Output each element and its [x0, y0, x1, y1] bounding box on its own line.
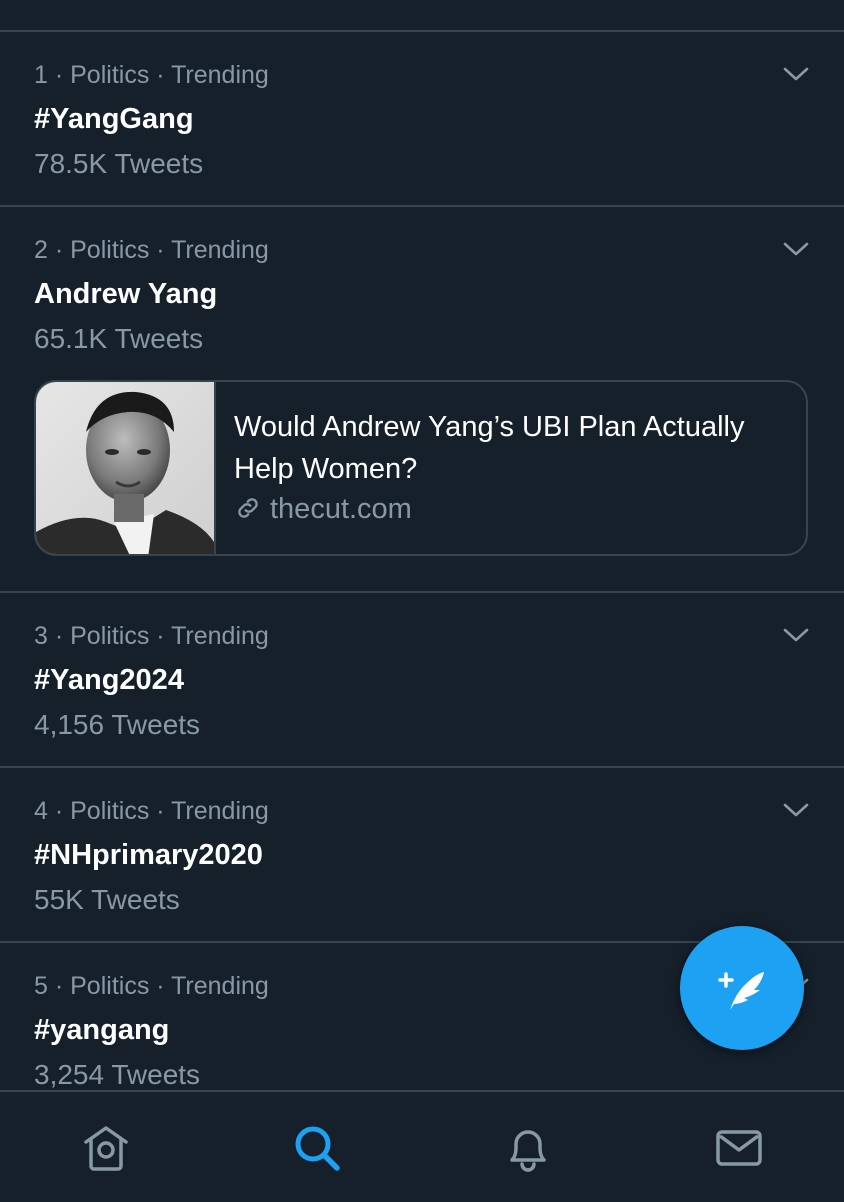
- home-icon[interactable]: [80, 1122, 132, 1174]
- divider: [0, 591, 844, 593]
- trend-tweet-count: 55K Tweets: [34, 884, 180, 915]
- bottom-tab-bar: [0, 1090, 844, 1202]
- news-card[interactable]: Would Andrew Yang’s UBI Plan Actually He…: [34, 380, 808, 556]
- trend-item[interactable]: 2 · Politics · Trending Andrew Yang 65.1…: [0, 235, 844, 365]
- trend-title: Andrew Yang: [34, 278, 218, 310]
- search-icon[interactable]: [291, 1122, 343, 1174]
- bell-icon[interactable]: [502, 1122, 554, 1174]
- trend-meta: 2 · Politics · Trending: [34, 236, 269, 264]
- chevron-down-icon[interactable]: [782, 625, 810, 645]
- trend-tweet-count: 78.5K Tweets: [34, 148, 204, 179]
- trend-title: #yangang: [34, 1014, 170, 1046]
- news-card-title: Would Andrew Yang’s UBI Plan Actually He…: [234, 411, 745, 485]
- link-icon: [238, 498, 258, 518]
- compose-tweet-button[interactable]: [680, 926, 804, 1050]
- trend-meta: 3 · Politics · Trending: [34, 622, 269, 650]
- trend-title: #Yang2024: [34, 664, 184, 696]
- chevron-down-icon[interactable]: [782, 239, 810, 259]
- divider: [0, 205, 844, 207]
- chevron-down-icon[interactable]: [782, 800, 810, 820]
- trend-tweet-count: 4,156 Tweets: [34, 709, 201, 740]
- news-thumbnail: [36, 382, 216, 554]
- chevron-down-icon[interactable]: [782, 64, 810, 84]
- trend-item[interactable]: 3 · Politics · Trending #Yang2024 4,156 …: [0, 621, 844, 751]
- trend-title: #NHprimary2020: [34, 839, 263, 871]
- trend-tweet-count: 3,254 Tweets: [34, 1059, 201, 1090]
- divider: [0, 766, 844, 768]
- trend-item[interactable]: 1 · Politics · Trending #YangGang 78.5K …: [0, 60, 844, 190]
- trend-meta: 4 · Politics · Trending: [34, 797, 269, 825]
- mail-icon[interactable]: [713, 1122, 765, 1174]
- trend-title: #YangGang: [34, 103, 194, 135]
- trend-tweet-count: 65.1K Tweets: [34, 323, 204, 354]
- trend-meta: 5 · Politics · Trending: [34, 972, 269, 1000]
- news-card-domain: thecut.com: [234, 492, 412, 526]
- compose-tweet-icon: [718, 972, 764, 1010]
- top-divider: [0, 30, 844, 32]
- trend-meta: 1 · Politics · Trending: [34, 61, 269, 89]
- trend-item[interactable]: 4 · Politics · Trending #NHprimary2020 5…: [0, 796, 844, 926]
